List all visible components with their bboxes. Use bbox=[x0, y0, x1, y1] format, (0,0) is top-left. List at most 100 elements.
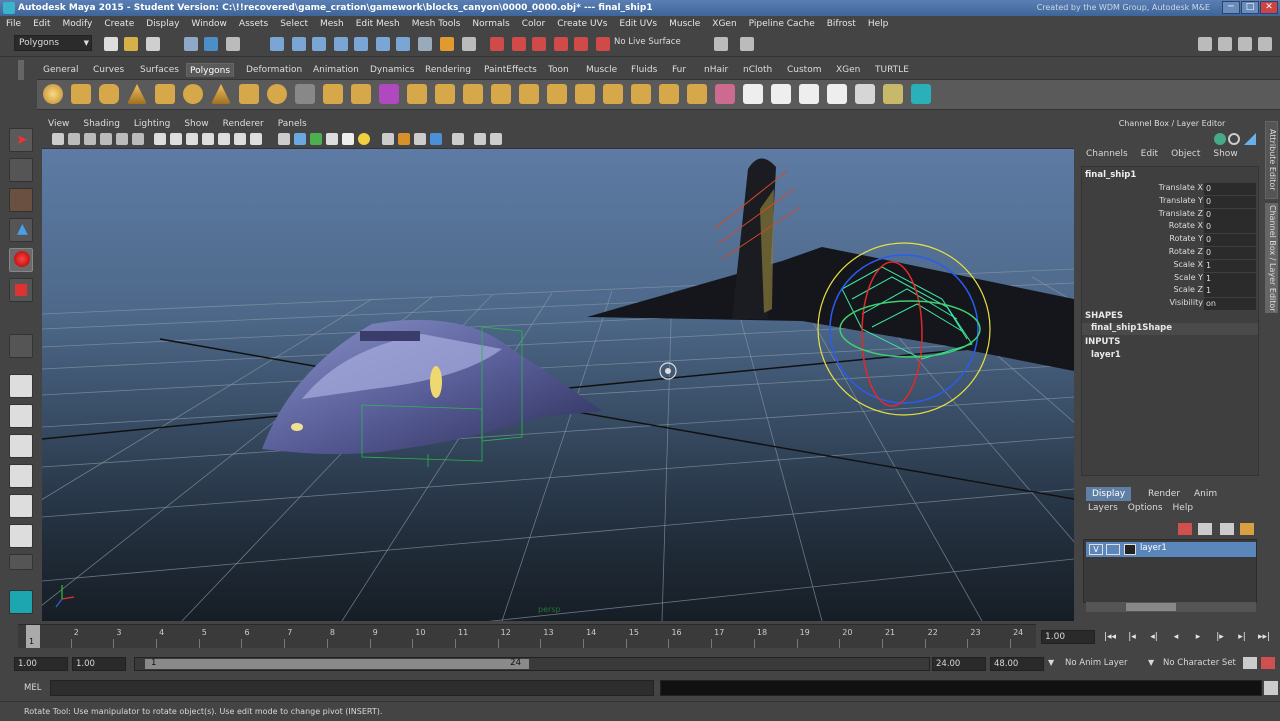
shelf-tab-rendering[interactable]: Rendering bbox=[422, 63, 474, 77]
combine-icon[interactable] bbox=[295, 84, 315, 104]
attribute-label[interactable]: Rotate Y bbox=[1169, 234, 1203, 243]
menu-window[interactable]: Window bbox=[191, 19, 227, 29]
command-input[interactable] bbox=[50, 680, 654, 696]
step-back-key-icon[interactable]: |◂ bbox=[1124, 630, 1140, 644]
attribute-label[interactable]: Scale Y bbox=[1174, 273, 1203, 282]
safe-action-icon[interactable] bbox=[234, 133, 246, 145]
film-gate-icon[interactable] bbox=[170, 133, 182, 145]
attribute-row[interactable]: Scale Y1 bbox=[1082, 272, 1258, 286]
snap-point-icon[interactable] bbox=[312, 37, 326, 51]
ipr-render-icon[interactable] bbox=[512, 37, 526, 51]
separate-icon[interactable] bbox=[323, 84, 343, 104]
attribute-value-field[interactable]: on bbox=[1204, 298, 1256, 311]
rotate-tool-icon[interactable] bbox=[9, 248, 33, 272]
lock-camera-icon[interactable] bbox=[68, 133, 80, 145]
time-slider[interactable]: 1234567891011121314151617181920212223241 bbox=[18, 624, 1036, 648]
poly-prism-icon[interactable] bbox=[211, 84, 231, 104]
field-chart-icon[interactable] bbox=[218, 133, 230, 145]
menu-pipeline-cache[interactable]: Pipeline Cache bbox=[749, 19, 815, 29]
extrude-icon[interactable] bbox=[463, 84, 483, 104]
create-layer-from-selected-icon[interactable] bbox=[1220, 523, 1234, 535]
shelf-tab-polygons[interactable]: Polygons bbox=[186, 63, 235, 77]
attribute-value-field[interactable]: 0 bbox=[1204, 221, 1256, 234]
layer-menu-layers[interactable]: Layers bbox=[1088, 503, 1118, 518]
attribute-value-field[interactable]: 1 bbox=[1204, 272, 1256, 285]
channel-box-menu-channels[interactable]: Channels bbox=[1086, 149, 1128, 165]
character-set-label[interactable]: No Character Set bbox=[1163, 658, 1236, 668]
anti-aliasing-icon[interactable] bbox=[414, 133, 426, 145]
menu-edit-mesh[interactable]: Edit Mesh bbox=[356, 19, 400, 29]
step-back-frame-icon[interactable]: ◂| bbox=[1146, 630, 1162, 644]
poly-pipe-icon[interactable] bbox=[239, 84, 259, 104]
attribute-row[interactable]: Translate X0 bbox=[1082, 183, 1258, 196]
scale-tool-icon[interactable] bbox=[9, 278, 33, 302]
bookmarks-icon[interactable] bbox=[84, 133, 96, 145]
make-live-icon[interactable] bbox=[354, 37, 368, 51]
attribute-value-field[interactable]: 0 bbox=[1204, 208, 1256, 221]
single-perspective-layout-icon[interactable] bbox=[9, 374, 33, 398]
cylindrical-map-icon[interactable] bbox=[743, 84, 763, 104]
uv-editor-icon[interactable] bbox=[855, 84, 875, 104]
attribute-label[interactable]: Scale X bbox=[1173, 260, 1203, 269]
menu-create-uvs[interactable]: Create UVs bbox=[557, 19, 607, 29]
animation-end-field[interactable]: 48.00 bbox=[990, 657, 1044, 671]
attribute-row[interactable]: Translate Y0 bbox=[1082, 195, 1258, 209]
play-forwards-icon[interactable]: ▸ bbox=[1190, 630, 1206, 644]
camera-icon[interactable] bbox=[462, 37, 476, 51]
boolean-icon[interactable] bbox=[407, 84, 427, 104]
anim-layer-label[interactable]: No Anim Layer bbox=[1065, 658, 1128, 668]
use-all-lights-icon[interactable] bbox=[342, 133, 354, 145]
paint-select-tool-icon[interactable] bbox=[9, 188, 33, 212]
menu-mesh[interactable]: Mesh bbox=[320, 19, 344, 29]
menu-create[interactable]: Create bbox=[104, 19, 134, 29]
shelf-tab-custom[interactable]: Custom bbox=[784, 63, 824, 77]
image-plane-icon[interactable] bbox=[100, 133, 112, 145]
layer-scrollbar[interactable] bbox=[1086, 602, 1256, 612]
textured-icon[interactable] bbox=[326, 133, 338, 145]
close-button[interactable]: ✕ bbox=[1260, 1, 1278, 14]
attribute-row[interactable]: Rotate Y0 bbox=[1082, 234, 1258, 247]
tab-channel-box-layer-editor[interactable]: Channel Box / Layer Editor bbox=[1265, 203, 1278, 313]
layer-color-swatch[interactable] bbox=[1124, 544, 1136, 555]
playback-end-field[interactable]: 24.00 bbox=[932, 657, 986, 671]
shape-row[interactable]: final_ship1Shape bbox=[1082, 323, 1258, 335]
snap-grid-icon[interactable] bbox=[270, 37, 284, 51]
poly-cone-icon[interactable] bbox=[127, 84, 147, 104]
menu-color[interactable]: Color bbox=[522, 19, 546, 29]
menu-assets[interactable]: Assets bbox=[239, 19, 268, 29]
shelf-tab-turtle[interactable]: TURTLE bbox=[872, 63, 912, 77]
maya-turtle-icon[interactable] bbox=[9, 590, 33, 614]
tool-settings-toggle-icon[interactable] bbox=[1238, 37, 1252, 51]
layer-tab-render[interactable]: Render bbox=[1142, 487, 1186, 501]
menu-mesh-tools[interactable]: Mesh Tools bbox=[412, 19, 461, 29]
normals-icon[interactable] bbox=[883, 84, 903, 104]
render-view-icon[interactable] bbox=[574, 37, 588, 51]
channel-box-toggle-icon[interactable] bbox=[1258, 37, 1272, 51]
layer-menu-options[interactable]: Options bbox=[1128, 503, 1163, 518]
shelf-tab-painteffects[interactable]: PaintEffects bbox=[481, 63, 540, 77]
spherical-map-icon[interactable] bbox=[771, 84, 791, 104]
viewport-menu-renderer[interactable]: Renderer bbox=[223, 119, 264, 129]
minimize-button[interactable]: ─ bbox=[1222, 1, 1240, 14]
automatic-map-icon[interactable] bbox=[799, 84, 819, 104]
hypershade-layout-icon[interactable] bbox=[9, 494, 33, 518]
command-language-label[interactable]: MEL bbox=[24, 683, 41, 693]
attribute-row[interactable]: Visibility on bbox=[1082, 298, 1258, 311]
attribute-row[interactable]: Scale Z1 bbox=[1082, 285, 1258, 298]
persp-graph-layout-icon[interactable] bbox=[9, 464, 33, 488]
menu-edit[interactable]: Edit bbox=[33, 19, 50, 29]
grid-icon[interactable] bbox=[154, 133, 166, 145]
grease-pencil-icon[interactable] bbox=[132, 133, 144, 145]
attribute-label[interactable]: Rotate X bbox=[1169, 221, 1203, 230]
magnet-icon[interactable] bbox=[596, 37, 610, 51]
modeling-toolkit-icon[interactable] bbox=[1198, 37, 1212, 51]
attribute-value-field[interactable]: 0 bbox=[1204, 247, 1256, 259]
render-settings-icon[interactable] bbox=[532, 37, 546, 51]
menu-edit-uvs[interactable]: Edit UVs bbox=[619, 19, 657, 29]
new-scene-icon[interactable] bbox=[104, 37, 118, 51]
key-icon[interactable] bbox=[1214, 133, 1226, 145]
channel-options-icon[interactable] bbox=[1228, 133, 1240, 145]
select-hierarchy-icon[interactable] bbox=[184, 37, 198, 51]
menu-modify[interactable]: Modify bbox=[63, 19, 93, 29]
select-object-icon[interactable] bbox=[204, 37, 218, 51]
